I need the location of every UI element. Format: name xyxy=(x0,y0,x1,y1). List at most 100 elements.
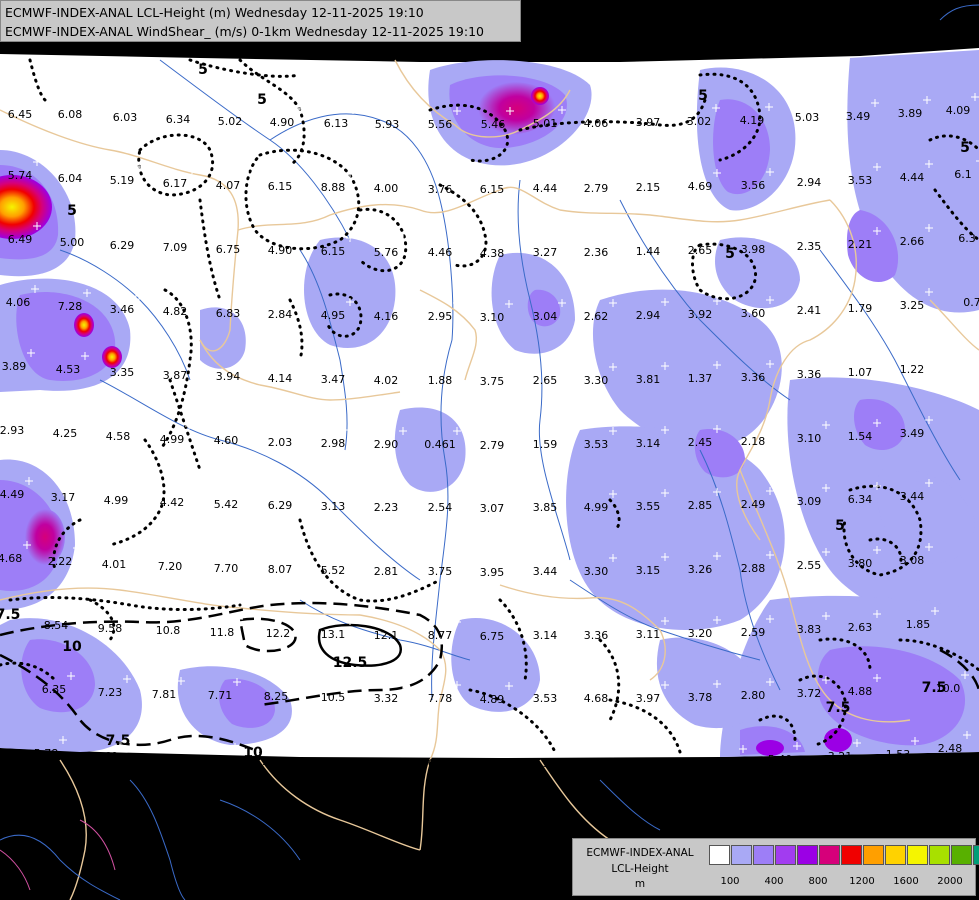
legend-swatch xyxy=(863,845,884,865)
shear-value-label: 3.98 xyxy=(741,243,766,256)
contour-value-label: 10 xyxy=(243,745,263,761)
legend-unit: m xyxy=(634,878,646,890)
shear-value-label: 11.1 xyxy=(319,756,344,769)
shear-value-label: 5.46 xyxy=(481,118,506,131)
shear-value-label: 3.53 xyxy=(848,174,873,187)
shear-value-label: 4.46 xyxy=(428,246,453,259)
shear-value-label: 6.49 xyxy=(8,233,33,246)
shear-value-label: 4.09 xyxy=(946,104,971,117)
shear-value-label: 12.2 xyxy=(266,627,291,640)
shear-value-label: 11.8 xyxy=(210,626,235,639)
shear-value-label: 3.10 xyxy=(480,311,505,324)
shear-value-label: 3.75 xyxy=(428,565,453,578)
shear-value-label: 4.53 xyxy=(56,363,81,376)
legend-parameter: LCL-Height xyxy=(611,863,669,875)
contour-value-label: 5 xyxy=(257,92,267,108)
shear-value-label: 4.00 xyxy=(374,182,399,195)
contour-value-label: 5 xyxy=(198,62,208,78)
shear-value-label: 6.56 xyxy=(428,757,453,770)
color-legend: ECMWF-INDEX-ANAL LCL-Height m 100 400 800 1… xyxy=(572,838,979,896)
shear-value-label: 4.90 xyxy=(270,116,295,129)
shear-value-label: 1.53 xyxy=(886,748,911,761)
shear-value-label: 4.69 xyxy=(688,180,713,193)
shear-value-label: 6.3 xyxy=(958,232,976,245)
legend-swatch xyxy=(797,845,818,865)
shear-value-label: 3.26 xyxy=(688,563,713,576)
shear-value-label: 1.54 xyxy=(848,430,873,443)
shear-value-label: 3.25 xyxy=(900,299,925,312)
shear-value-label: 2.94 xyxy=(797,176,822,189)
shear-value-label: 3.36 xyxy=(741,371,766,384)
legend-swatch xyxy=(753,845,774,865)
shear-value-label: 3.30 xyxy=(584,374,609,387)
weather-map: 6.45 6.08 6.03 6.34 5.02 4.90 6.13 5.93 5.56 5.46… xyxy=(0,0,979,900)
shear-value-label: 3.27 xyxy=(533,246,558,259)
legend-swatch xyxy=(775,845,796,865)
shear-value-label: 3.83 xyxy=(797,623,822,636)
shear-value-label: 5.74 xyxy=(8,169,33,182)
shear-value-label: 2.23 xyxy=(374,501,399,514)
shear-value-label: 3.89 xyxy=(2,360,27,373)
shear-value-label: 3.11 xyxy=(636,628,661,641)
shear-value-label: 4.58 xyxy=(106,430,131,443)
shear-value-label: 2.55 xyxy=(797,559,822,572)
shear-value-label: 6.29 xyxy=(110,239,135,252)
shear-value-label: 3.36 xyxy=(584,629,609,642)
shear-value-label: 3.35 xyxy=(110,366,135,379)
contour-value-label: 5 xyxy=(67,203,77,219)
shear-value-label: 2.79 xyxy=(584,182,609,195)
shear-value-label: 5.52 xyxy=(321,564,346,577)
shear-value-label: 5.42 xyxy=(214,498,239,511)
shear-value-label: 2.65 xyxy=(533,374,558,387)
shear-value-label: 2.03 xyxy=(268,436,293,449)
shear-value-label: 2.45 xyxy=(688,436,713,449)
shear-value-label: 5.02 xyxy=(218,115,243,128)
shear-value-label: 2.59 xyxy=(741,626,766,639)
shear-value-label: 3.97 xyxy=(636,692,661,705)
shear-value-label: 2.90 xyxy=(374,438,399,451)
shear-value-label: 5.19 xyxy=(110,174,135,187)
shear-value-label: 3.17 xyxy=(51,491,76,504)
shear-value-label: 2.80 xyxy=(741,689,766,702)
shear-value-label: 8.92 xyxy=(206,754,231,767)
shear-value-label: 3.87 xyxy=(163,369,188,382)
legend-swatch xyxy=(841,845,862,865)
shear-value-label: 4.99 xyxy=(104,494,129,507)
shear-value-label: 5.46 xyxy=(598,757,623,770)
shear-value-label: 7.69 xyxy=(94,750,119,763)
shear-value-label: 1.44 xyxy=(636,245,661,258)
shear-value-label: 6.15 xyxy=(321,245,346,258)
shear-value-label: 3.92 xyxy=(688,308,713,321)
shear-value-label: 5.56 xyxy=(428,118,453,131)
shear-value-label: 3.80 xyxy=(848,557,873,570)
shear-value-label: 6.83 xyxy=(216,307,241,320)
shear-value-label: 4.07 xyxy=(216,179,241,192)
shear-value-label: 4.99 xyxy=(584,501,609,514)
title-line-windshear: ECMWF-INDEX-ANAL WindShear_ (m/s) 0-1km … xyxy=(5,24,484,39)
contour-value-label: 10 xyxy=(62,639,82,655)
shear-value-label: 6.96 xyxy=(488,757,513,770)
shear-value-label: 7.23 xyxy=(98,686,123,699)
shear-value-label: 4.99 xyxy=(160,433,185,446)
legend-swatch xyxy=(907,845,928,865)
shear-value-label: 2.48 xyxy=(938,742,963,755)
legend-ticks: 100 400 800 1200 1600 2000 xyxy=(709,876,977,890)
shear-value-label: 3.47 xyxy=(321,373,346,386)
legend-swatch xyxy=(973,845,979,865)
shear-value-label: 3.20 xyxy=(688,627,713,640)
shear-value-label: 3.85 xyxy=(533,501,558,514)
legend-tick-label: 2000 xyxy=(937,876,963,887)
shear-value-label: 4.06 xyxy=(6,296,31,309)
shear-value-label: 1.85 xyxy=(906,618,931,631)
shear-value-label: 8.07 xyxy=(268,563,293,576)
shear-value-label: 3.55 xyxy=(636,500,661,513)
legend-tick-label: 1200 xyxy=(849,876,875,887)
shear-value-label: 2.15 xyxy=(636,181,661,194)
shear-value-label: 3.08 xyxy=(900,554,925,567)
shear-value-label: 9.96 xyxy=(262,755,287,768)
shear-value-label: 1.22 xyxy=(900,363,925,376)
shear-value-label: 10.8 xyxy=(156,624,181,637)
shear-value-label: 4.68 xyxy=(0,552,22,565)
shear-value-label: 2.36 xyxy=(584,246,609,259)
shear-value-label: 2.88 xyxy=(741,562,766,575)
